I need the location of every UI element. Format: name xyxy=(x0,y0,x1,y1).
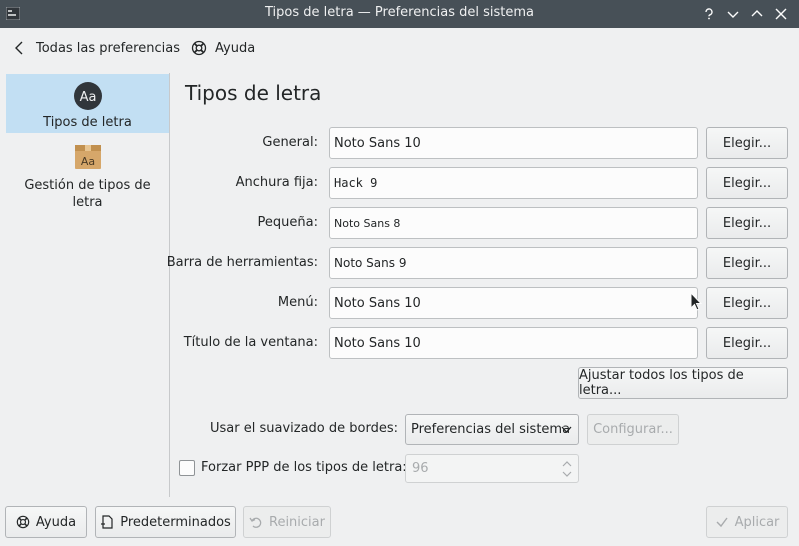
general-choose-button[interactable]: Elegir... xyxy=(706,127,788,159)
menu-label: Menú: xyxy=(277,295,318,310)
chevron-down-icon xyxy=(561,426,572,433)
lifebuoy-icon xyxy=(191,40,207,56)
small-choose-button[interactable]: Elegir... xyxy=(706,207,788,239)
defaults-label: Predeterminados xyxy=(120,514,231,530)
force-dpi-checkbox[interactable] xyxy=(179,460,195,476)
antialias-value: Preferencias del sistema xyxy=(411,422,571,437)
window-title-choose-button[interactable]: Elegir... xyxy=(706,327,788,359)
back-button[interactable]: Todas las preferencias xyxy=(12,36,180,60)
window-title-font-value: Noto Sans 10 xyxy=(334,335,421,351)
window-title-label: Título de la ventana: xyxy=(183,335,318,350)
force-dpi-label: Forzar PPP de los tipos de letra: xyxy=(201,460,407,475)
fixed-width-choose-button[interactable]: Elegir... xyxy=(706,167,788,199)
small-font-value: Noto Sans 8 xyxy=(334,216,401,230)
antialias-select[interactable]: Preferencias del sistema xyxy=(405,414,579,445)
general-font-value: Noto Sans 10 xyxy=(334,135,421,151)
document-revert-icon xyxy=(101,515,113,529)
sidebar: Aa Tipos de letra Aa Gestión de tipos de… xyxy=(5,73,170,497)
general-font-field: Noto Sans 10 xyxy=(329,127,698,159)
menu-choose-button[interactable]: Elegir... xyxy=(706,287,788,319)
back-label: Todas las preferencias xyxy=(36,40,180,56)
configure-button[interactable]: Configurar... xyxy=(587,414,679,445)
menu-font-value: Noto Sans 10 xyxy=(334,295,421,311)
lifebuoy-icon xyxy=(16,515,30,529)
general-label: General: xyxy=(262,135,318,150)
maximize-icon[interactable] xyxy=(747,4,767,24)
close-icon[interactable] xyxy=(771,4,791,24)
menu-font-field: Noto Sans 10 xyxy=(329,287,698,319)
footer-help-button[interactable]: Ayuda xyxy=(5,506,87,538)
toolbar-label: Barra de herramientas: xyxy=(166,255,318,270)
font-icon: Aa xyxy=(72,80,104,112)
help-button[interactable]: Ayuda xyxy=(191,36,255,60)
sidebar-item-label: Gestión de tipos de letra xyxy=(24,178,151,210)
minimize-icon[interactable] xyxy=(723,4,743,24)
sidebar-item-fonts[interactable]: Aa Tipos de letra xyxy=(6,74,169,133)
navigation-bar: Todas las preferencias Ayuda xyxy=(0,28,799,68)
fixed-width-font-field: Hack 9 xyxy=(329,167,698,199)
spin-arrows-icon[interactable] xyxy=(562,459,572,479)
font-package-icon-text: Aa xyxy=(80,155,94,168)
reset-button[interactable]: Reiniciar xyxy=(243,506,331,538)
apply-label: Aplicar xyxy=(734,514,780,530)
toolbar-font-field: Noto Sans 9 xyxy=(329,247,698,279)
help-label: Ayuda xyxy=(215,40,256,56)
title-bar: Tipos de letra — Preferencias del sistem… xyxy=(0,0,799,28)
small-label: Pequeña: xyxy=(257,215,318,230)
defaults-button[interactable]: Predeterminados xyxy=(95,506,236,538)
fixed-width-label: Anchura fija: xyxy=(235,175,318,190)
footer-help-label: Ayuda xyxy=(35,514,77,530)
fixed-width-font-value: Hack 9 xyxy=(334,176,378,190)
antialias-label: Usar el suavizado de bordes: xyxy=(210,421,398,436)
dpi-value: 96 xyxy=(412,461,429,476)
window-title-font-field: Noto Sans 10 xyxy=(329,327,698,359)
chevron-left-icon xyxy=(15,41,23,55)
check-icon xyxy=(716,517,728,528)
small-font-field: Noto Sans 8 xyxy=(329,207,698,239)
sidebar-item-font-management[interactable]: Aa Gestión de tipos de letra xyxy=(6,136,169,210)
window-title: Tipos de letra — Preferencias del sistem… xyxy=(265,5,534,20)
mouse-cursor-icon xyxy=(690,292,702,311)
font-package-icon: Aa xyxy=(72,140,104,172)
apply-button[interactable]: Aplicar xyxy=(706,506,788,538)
dpi-spinbox[interactable]: 96 xyxy=(405,454,579,483)
help-icon[interactable] xyxy=(699,4,719,24)
reset-label: Reiniciar xyxy=(269,514,325,530)
page-title: Tipos de letra xyxy=(185,81,322,105)
adjust-all-fonts-button[interactable]: Ajustar todos los tipos de letra... xyxy=(578,367,788,399)
toolbar-font-value: Noto Sans 9 xyxy=(334,256,407,270)
undo-icon xyxy=(249,517,262,528)
font-icon-text: Aa xyxy=(79,90,96,105)
sidebar-item-label: Tipos de letra xyxy=(43,115,132,130)
toolbar-choose-button[interactable]: Elegir... xyxy=(706,247,788,279)
